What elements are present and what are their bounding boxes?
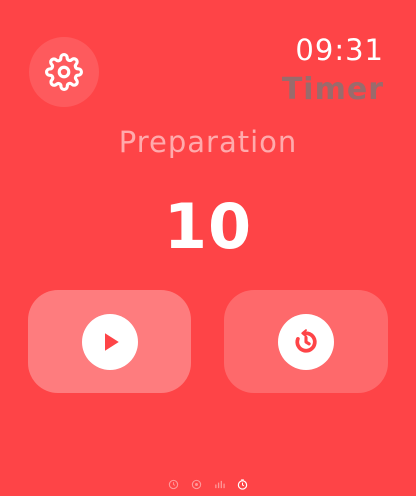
page-indicator [0,479,416,490]
phase-label: Preparation [118,125,298,159]
reset-button[interactable] [224,290,388,393]
settings-button[interactable] [29,37,99,107]
app-title: Timer [281,72,384,107]
reset-circle [278,313,334,370]
stopwatch-page-icon[interactable] [237,479,248,490]
stats-page-icon[interactable] [214,479,225,490]
settings-page-icon[interactable] [191,479,202,490]
play-icon [104,332,119,351]
play-button[interactable] [28,290,191,393]
clock-time: 09:31 [295,33,384,67]
countdown-value: 10 [163,190,253,263]
timer-page-icon[interactable] [168,479,179,490]
reset-icon [295,328,317,353]
gear-icon [45,53,83,91]
play-circle [81,313,138,370]
